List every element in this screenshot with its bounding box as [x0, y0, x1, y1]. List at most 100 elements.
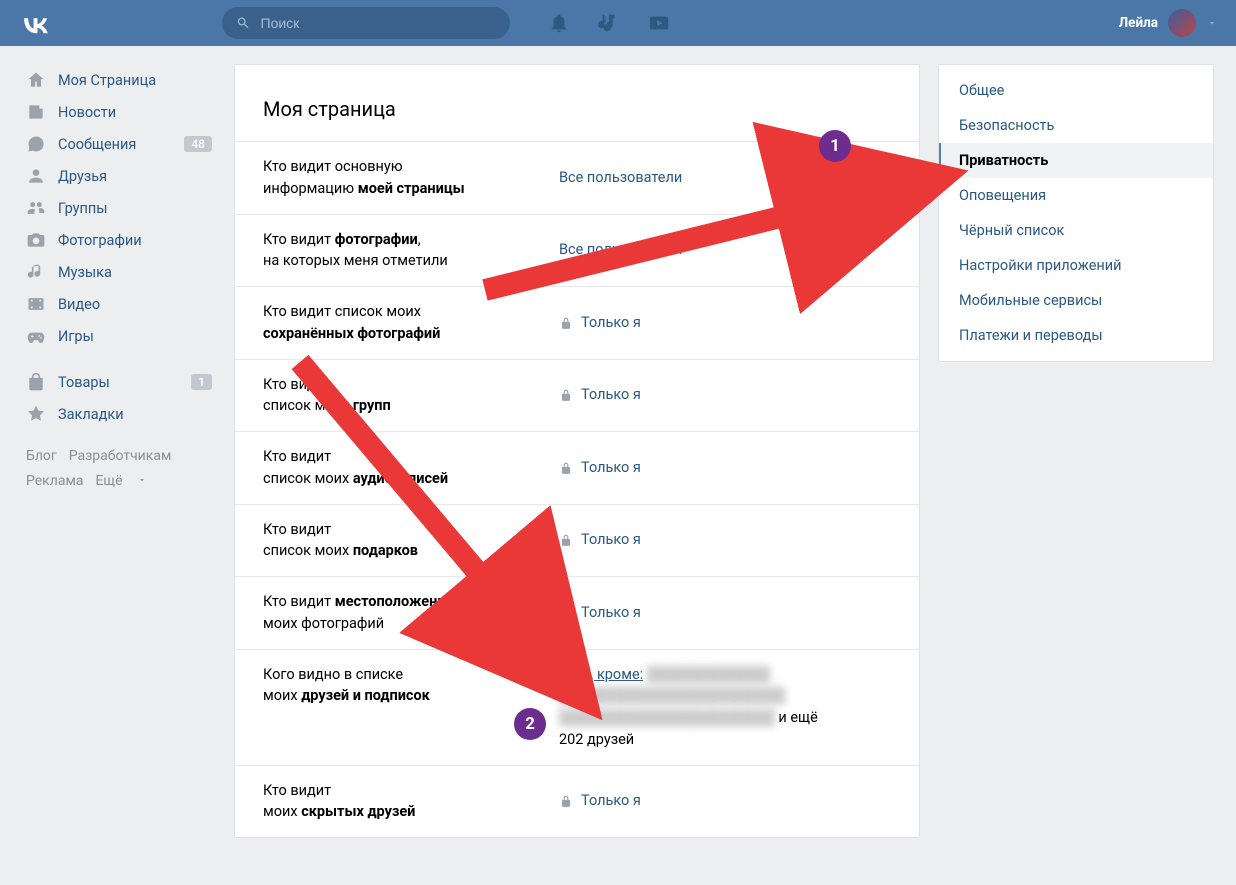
privacy-value[interactable]: Все пользователи	[559, 156, 891, 200]
settings-tab[interactable]: Приватность	[939, 143, 1213, 178]
nav-group[interactable]: Группы	[18, 192, 216, 224]
msg-icon	[26, 134, 46, 154]
privacy-value[interactable]: Только я	[559, 591, 891, 635]
privacy-label: Кто видитсписок моих аудиозаписей	[263, 446, 559, 490]
privacy-value[interactable]: Все пользователи	[559, 229, 891, 273]
privacy-value[interactable]: Только я	[559, 780, 891, 824]
avatar	[1168, 9, 1196, 37]
footer-ads[interactable]: Реклама	[26, 473, 83, 489]
news-icon	[26, 102, 46, 122]
lock-icon	[559, 794, 573, 808]
privacy-label: Кто видит местоположениемоих фотографий	[263, 591, 559, 635]
search-box[interactable]	[222, 7, 510, 39]
privacy-value[interactable]: Только я	[559, 301, 891, 345]
footer-more[interactable]: Ещё	[95, 473, 158, 489]
music-icon[interactable]	[598, 12, 620, 34]
nav-photo[interactable]: Фотографии	[18, 224, 216, 256]
nav-label: Группы	[58, 200, 108, 217]
nav-label: Фотографии	[58, 232, 142, 249]
search-icon	[236, 15, 251, 31]
privacy-label: Кого видно в спискемоих друзей и подписо…	[263, 664, 559, 751]
privacy-row: Кто видит список моихсохранённых фотогра…	[235, 286, 919, 359]
nav-label: Моя Страница	[58, 72, 156, 89]
bag-icon	[26, 372, 46, 392]
settings-tab[interactable]: Чёрный список	[939, 213, 1213, 248]
privacy-row: Кто видит фотографии,на которых меня отм…	[235, 214, 919, 287]
nav-user[interactable]: Друзья	[18, 160, 216, 192]
vk-logo[interactable]	[18, 12, 52, 34]
privacy-label: Кто видитмоих скрытых друзей	[263, 780, 559, 824]
privacy-value[interactable]: Только я	[559, 519, 891, 563]
settings-tabs: ОбщееБезопасностьПриватностьОповещенияЧё…	[938, 64, 1214, 362]
privacy-row: Кто видитсписок моих аудиозаписейТолько …	[235, 431, 919, 504]
username-label: Лейла	[1119, 15, 1158, 31]
nav-star[interactable]: Закладки	[18, 398, 216, 430]
settings-tab[interactable]: Настройки приложений	[939, 248, 1213, 283]
bell-icon[interactable]	[548, 12, 570, 34]
photo-icon	[26, 230, 46, 250]
privacy-row: Кто видитсписок моих группТолько я	[235, 359, 919, 432]
settings-tab[interactable]: Безопасность	[939, 108, 1213, 143]
page-title: Моя страница	[235, 97, 919, 141]
lock-icon	[559, 388, 573, 402]
nav-msg[interactable]: Сообщения 48	[18, 128, 216, 160]
privacy-label: Кто видитсписок моих подарков	[263, 519, 559, 563]
privacy-label: Кто видит основнуюинформацию моей страни…	[263, 156, 559, 200]
user-icon	[26, 166, 46, 186]
home-icon	[26, 70, 46, 90]
privacy-label: Кто видит список моихсохранённых фотогра…	[263, 301, 559, 345]
settings-tab[interactable]: Оповещения	[939, 178, 1213, 213]
group-icon	[26, 198, 46, 218]
privacy-row: Кто видит основнуюинформацию моей страни…	[235, 141, 919, 214]
privacy-value[interactable]: Всех, кроме: ███████████████████████████…	[559, 664, 891, 751]
video-icon	[26, 294, 46, 314]
nav-label: Товары	[58, 374, 110, 391]
footer-dev[interactable]: Разработчикам	[69, 448, 172, 464]
privacy-label: Кто видитсписок моих групп	[263, 374, 559, 418]
nav-badge: 1	[191, 374, 212, 390]
header-icons	[548, 12, 670, 34]
nav-news[interactable]: Новости	[18, 96, 216, 128]
footer-links: Блог Разработчикам Реклама Ещё	[18, 430, 216, 509]
search-input[interactable]	[261, 15, 497, 31]
nav-music[interactable]: Музыка	[18, 256, 216, 288]
lock-icon	[559, 606, 573, 620]
nav-game[interactable]: Игры	[18, 320, 216, 352]
settings-tab[interactable]: Платежи и переводы	[939, 318, 1213, 353]
nav-label: Друзья	[58, 168, 107, 185]
nav-label: Новости	[58, 104, 116, 121]
nav-label: Игры	[58, 328, 94, 345]
privacy-value[interactable]: Только я	[559, 446, 891, 490]
left-sidebar: Моя Страница Новости Сообщения 48 Друзья Груп…	[18, 64, 216, 838]
annotation-badge-1: 1	[819, 130, 851, 162]
privacy-row: Кто видитсписок моих подарковТолько я	[235, 504, 919, 577]
privacy-label: Кто видит фотографии,на которых меня отм…	[263, 229, 559, 273]
settings-panel: Моя страница Кто видит основнуюинформаци…	[234, 64, 920, 838]
settings-tab[interactable]: Мобильные сервисы	[939, 283, 1213, 318]
privacy-row: Кто видит местоположениемоих фотографийТ…	[235, 576, 919, 649]
lock-icon	[559, 316, 573, 330]
chevron-down-icon	[1206, 17, 1218, 29]
music-icon	[26, 262, 46, 282]
nav-label: Музыка	[58, 264, 112, 281]
nav-badge: 48	[184, 136, 212, 152]
lock-icon	[559, 461, 573, 475]
privacy-value[interactable]: Только я	[559, 374, 891, 418]
nav-label: Закладки	[58, 406, 124, 423]
footer-blog[interactable]: Блог	[26, 448, 57, 464]
star-icon	[26, 404, 46, 424]
lock-icon	[559, 533, 573, 547]
annotation-badge-2: 2	[514, 708, 546, 740]
privacy-row: Кто видитмоих скрытых друзейТолько я	[235, 765, 919, 838]
nav-label: Сообщения	[58, 136, 136, 153]
video-icon[interactable]	[648, 12, 670, 34]
nav-label: Видео	[58, 296, 100, 313]
user-menu[interactable]: Лейла	[1119, 9, 1218, 37]
nav-video[interactable]: Видео	[18, 288, 216, 320]
privacy-row: Кого видно в спискемоих друзей и подписо…	[235, 649, 919, 765]
nav-home[interactable]: Моя Страница	[18, 64, 216, 96]
app-header: Лейла	[0, 0, 1236, 46]
settings-tab[interactable]: Общее	[939, 73, 1213, 108]
nav-bag[interactable]: Товары 1	[18, 366, 216, 398]
game-icon	[26, 326, 46, 346]
